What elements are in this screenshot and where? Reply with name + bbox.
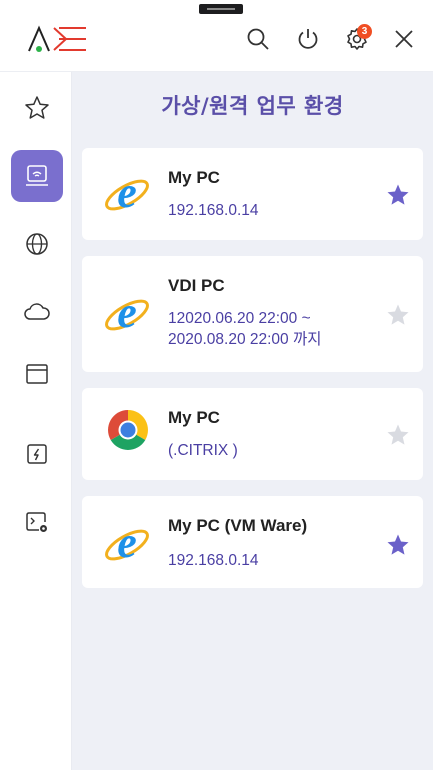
drag-handle[interactable] xyxy=(199,4,243,14)
connection-card[interactable]: e My PC (VM Ware) 192.168.0.14 xyxy=(82,496,423,588)
svg-text:e: e xyxy=(117,520,137,567)
cloud-icon xyxy=(24,303,50,320)
laptop-signal-icon xyxy=(26,165,48,186)
power-icon xyxy=(298,29,318,49)
sidebar-item-favorites[interactable] xyxy=(11,82,63,134)
sidebar xyxy=(0,72,72,770)
connection-address: 192.168.0.14 xyxy=(168,202,259,219)
close-button[interactable] xyxy=(389,24,419,54)
connection-type: (.CITRIX ) xyxy=(168,442,238,459)
app-logo xyxy=(28,25,86,52)
chrome-icon xyxy=(108,410,148,450)
globe-icon xyxy=(26,233,48,255)
favorite-toggle[interactable] xyxy=(385,422,411,448)
connection-period-end: 2020.08.20 22:00 까지 xyxy=(168,331,322,348)
sidebar-item-cloud[interactable] xyxy=(11,286,63,338)
favorite-toggle[interactable] xyxy=(385,532,411,558)
internet-explorer-icon: e xyxy=(105,290,149,337)
internet-explorer-icon: e xyxy=(105,520,149,567)
connection-address: 192.168.0.14 xyxy=(168,552,259,569)
favorite-toggle[interactable] xyxy=(385,302,411,328)
search-icon xyxy=(247,28,269,50)
connection-name: My PC xyxy=(168,168,220,187)
sidebar-item-terminal[interactable] xyxy=(11,496,63,548)
connection-name: VDI PC xyxy=(168,276,225,295)
power-button[interactable] xyxy=(293,24,323,54)
connection-card[interactable]: e My PC 192.168.0.14 xyxy=(82,148,423,240)
star-filled-icon xyxy=(387,184,409,205)
connection-card[interactable]: My PC (.CITRIX ) xyxy=(82,388,423,480)
search-button[interactable] xyxy=(243,24,273,54)
notification-badge: 3 xyxy=(357,24,372,39)
close-icon xyxy=(395,30,413,48)
settings-button[interactable]: 3 xyxy=(342,24,372,54)
browser-window-icon xyxy=(26,364,48,384)
connection-card[interactable]: e VDI PC 12020.06.20 22:00 ~ 2020.08.20 … xyxy=(82,256,423,372)
terminal-gear-icon xyxy=(26,512,47,532)
connection-name: My PC xyxy=(168,408,220,427)
star-filled-icon xyxy=(387,534,409,555)
star-outline-icon xyxy=(25,96,49,119)
sidebar-item-window[interactable] xyxy=(11,348,63,400)
favorite-toggle[interactable] xyxy=(385,182,411,208)
page-title: 가상/원격 업무 환경 xyxy=(161,94,344,118)
star-filled-icon xyxy=(387,424,409,445)
star-filled-icon xyxy=(387,304,409,325)
svg-text:e: e xyxy=(117,290,137,337)
app-header: 3 xyxy=(0,0,433,72)
shield-icon xyxy=(27,444,47,464)
sidebar-item-security[interactable] xyxy=(11,428,63,480)
sidebar-item-web[interactable] xyxy=(11,218,63,270)
main-content: 가상/원격 업무 환경 e My PC 192.168.0.14 e VDI P… xyxy=(72,72,433,770)
connection-name: My PC (VM Ware) xyxy=(168,516,308,535)
internet-explorer-icon: e xyxy=(105,170,149,217)
connection-period-start: 12020.06.20 22:00 ~ xyxy=(168,310,311,327)
sidebar-item-remote-desktop[interactable] xyxy=(11,150,63,202)
svg-text:e: e xyxy=(117,170,137,217)
